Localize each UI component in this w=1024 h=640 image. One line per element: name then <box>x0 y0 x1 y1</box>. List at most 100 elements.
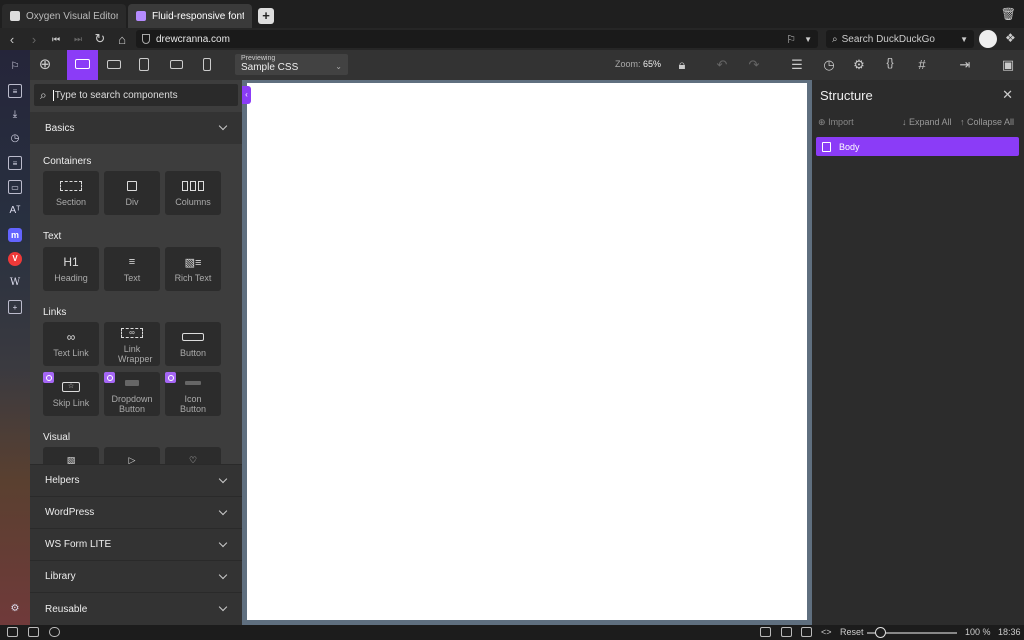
structure-title: Structure <box>820 88 873 103</box>
code-braces-icon[interactable]: {} <box>882 57 898 69</box>
reading-list-icon[interactable]: ≡ <box>8 84 22 98</box>
structure-list-icon[interactable]: ☰ <box>789 57 805 73</box>
window-panel-icon[interactable]: ▭ <box>8 180 22 194</box>
section-component[interactable]: Section <box>43 171 99 215</box>
bookmarks-panel-icon[interactable]: ⚐ <box>8 60 22 74</box>
downloads-icon[interactable]: ⤓ <box>8 108 22 122</box>
preview-select[interactable]: Previewing Sample CSS ⌄ <box>235 54 348 75</box>
structure-item-body[interactable]: Body <box>816 137 1019 156</box>
phone-view-icon[interactable] <box>203 58 211 71</box>
components-panel: ⌕ Type to search components Basics Conta… <box>30 80 242 625</box>
landscape-phone-view-icon[interactable] <box>170 60 183 69</box>
link-wrapper-icon: ∞ <box>104 326 160 340</box>
text-component[interactable]: ≡ Text <box>104 247 160 291</box>
text-link-component[interactable]: ∞ Text Link <box>43 322 99 366</box>
link-wrapper-component[interactable]: ∞ Link Wrapper <box>104 322 160 366</box>
collapse-panel-chevron-left-icon[interactable]: ‹ <box>242 86 251 104</box>
undo-icon[interactable]: ↶ <box>714 57 730 73</box>
reusable-accordion[interactable]: Reusable <box>30 592 242 625</box>
selectors-hash-icon[interactable]: # <box>914 57 930 72</box>
heading-component[interactable]: H1 Heading <box>43 247 99 291</box>
trash-icon[interactable]: 🗑 <box>1001 7 1016 21</box>
page-canvas[interactable] <box>247 83 807 620</box>
capture-icon[interactable] <box>760 627 771 637</box>
zoom-slider-handle[interactable] <box>875 627 886 638</box>
home-icon[interactable]: ⌂ <box>116 32 128 47</box>
exit-icon[interactable]: ⇥ <box>957 57 973 73</box>
code-icon[interactable]: <> <box>821 627 832 637</box>
redo-icon[interactable]: ↷ <box>746 57 762 73</box>
zoom-label: Zoom: <box>615 59 641 69</box>
heading-icon: H1 <box>63 255 79 269</box>
chevron-down-icon <box>218 602 228 612</box>
fast-forward-icon[interactable]: ⏭ <box>72 34 84 45</box>
add-panel-icon[interactable]: + <box>8 300 22 314</box>
vivaldi-icon[interactable]: V <box>8 252 22 266</box>
div-icon <box>104 179 160 193</box>
rich-text-component[interactable]: ▧≡ Rich Text <box>165 247 221 291</box>
mastodon-icon[interactable]: m <box>8 228 22 242</box>
accordion-label: WordPress <box>45 507 95 518</box>
link-chain-icon: ∞ <box>66 330 76 344</box>
image-toggle-icon[interactable] <box>801 627 812 637</box>
expand-label: Expand All <box>909 117 952 127</box>
notes-icon[interactable]: ≡ <box>8 156 22 170</box>
rewind-icon[interactable]: ⏮ <box>50 34 62 45</box>
extensions-puzzle-icon[interactable]: ❖ <box>1005 31 1016 45</box>
import-button[interactable]: ⊕ Import <box>818 117 854 128</box>
settings-gear-icon[interactable]: ⚙ <box>8 602 22 616</box>
component-search-input[interactable]: ⌕ Type to search components <box>34 84 238 106</box>
settings-gear-icon[interactable]: ⚙ <box>851 57 867 73</box>
add-component-icon[interactable]: ⊕ <box>37 55 53 73</box>
video-component[interactable]: ▷ <box>104 447 160 465</box>
reset-zoom-button[interactable]: Reset <box>840 627 864 637</box>
history-clock-icon[interactable]: ◷ <box>821 57 837 73</box>
close-icon[interactable]: ✕ <box>1002 87 1013 103</box>
save-icon[interactable]: ▣ <box>1000 57 1016 73</box>
forward-icon[interactable]: › <box>28 32 40 47</box>
div-component[interactable]: Div <box>104 171 160 215</box>
arrow-down-icon: ↓ <box>902 117 907 127</box>
wordpress-accordion[interactable]: WordPress <box>30 496 242 528</box>
helpers-accordion[interactable]: Helpers <box>30 464 242 496</box>
back-icon[interactable]: ‹ <box>6 32 18 47</box>
image-component[interactable]: ▧ <box>43 447 99 465</box>
collapse-all-button[interactable]: ↑ Collapse All <box>960 117 1014 127</box>
basics-accordion[interactable]: Basics <box>30 112 242 144</box>
reload-icon[interactable]: ↻ <box>94 31 106 47</box>
expand-all-button[interactable]: ↓ Expand All <box>902 117 952 127</box>
desktop-view-button[interactable] <box>67 50 98 80</box>
bookmark-icon[interactable]: ⚐ <box>786 33 796 46</box>
lock-icon[interactable]: 🔒︎ <box>674 57 690 73</box>
wikipedia-icon[interactable]: W <box>8 276 22 290</box>
url-field[interactable]: drewcranna.com ⚐ ▼ <box>136 30 818 48</box>
panel-toggle-icon[interactable] <box>7 627 18 637</box>
browser-tab-fluid[interactable]: Fluid-responsive font-size <box>128 4 252 28</box>
accordion-label: WS Form LITE <box>45 539 112 550</box>
search-engine-field[interactable]: ⌕ Search DuckDuckGo ▼ <box>826 30 974 48</box>
icon-button-component[interactable]: Icon Button <box>165 372 221 416</box>
library-accordion[interactable]: Library <box>30 560 242 592</box>
skip-link-component[interactable]: ☆ Skip Link <box>43 372 99 416</box>
tablet-view-icon[interactable] <box>139 58 149 71</box>
profile-avatar[interactable] <box>979 30 997 48</box>
new-tab-plus-icon[interactable]: + <box>258 8 274 24</box>
browser-tab-oxygen[interactable]: Oxygen Visual Editor - Sample CSS <box>2 4 126 28</box>
columns-component[interactable]: Columns <box>165 171 221 215</box>
containers-title: Containers <box>43 156 92 167</box>
translate-icon[interactable]: Aᵀ <box>8 204 22 218</box>
tile-tabs-icon[interactable] <box>28 627 39 637</box>
oxygen-favicon-icon <box>136 11 146 21</box>
chevron-down-icon[interactable]: ▼ <box>804 35 812 44</box>
browser-tab-strip: Oxygen Visual Editor - Sample CSS Fluid-… <box>0 0 1024 28</box>
ws-form-lite-accordion[interactable]: WS Form LITE <box>30 528 242 560</box>
chevron-down-icon[interactable]: ▼ <box>960 35 968 44</box>
laptop-view-icon[interactable] <box>107 60 121 69</box>
tab-tiling-icon[interactable] <box>781 627 792 637</box>
history-icon[interactable]: ◷ <box>8 132 22 146</box>
button-component[interactable]: Button <box>165 322 221 366</box>
clock: 18:36 <box>998 627 1021 637</box>
cloud-sync-icon[interactable] <box>49 627 60 637</box>
icon-component[interactable]: ♡ <box>165 447 221 465</box>
dropdown-button-component[interactable]: Dropdown Button <box>104 372 160 416</box>
